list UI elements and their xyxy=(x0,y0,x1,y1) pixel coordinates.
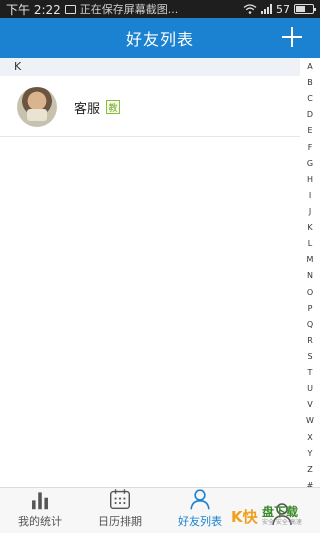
status-bar: 下午 2:22 正在保存屏幕截图... 57 xyxy=(0,0,320,18)
index-letter[interactable]: J xyxy=(309,207,311,216)
index-letter[interactable]: Y xyxy=(308,449,313,458)
nav-label-friends: 好友列表 xyxy=(178,515,222,528)
status-time: 下午 2:22 xyxy=(6,2,61,17)
index-letter[interactable]: O xyxy=(307,288,313,297)
index-letter[interactable]: U xyxy=(307,384,313,393)
title-bar: 好友列表 xyxy=(0,18,320,58)
contact-row[interactable]: 客服 教 xyxy=(0,78,300,137)
index-letter[interactable]: T xyxy=(308,368,313,377)
status-right: 57 xyxy=(243,2,316,16)
section-header-k: K xyxy=(0,58,300,76)
index-letter[interactable]: H xyxy=(307,175,313,184)
nav-label-statistics: 我的统计 xyxy=(18,515,62,528)
index-letter[interactable]: V xyxy=(307,400,312,409)
status-left: 下午 2:22 正在保存屏幕截图... xyxy=(6,1,243,18)
index-letter[interactable]: R xyxy=(307,336,313,345)
watermark: K快 盘下载 安全·安全·高速 xyxy=(231,500,319,532)
notification-icon xyxy=(64,4,76,14)
index-letter[interactable]: Z xyxy=(307,465,312,474)
nav-item-friends[interactable]: 好友列表 xyxy=(160,488,240,533)
index-letter[interactable]: E xyxy=(307,126,312,135)
bar-chart-icon[interactable] xyxy=(27,488,53,511)
index-letter[interactable]: A xyxy=(307,62,312,71)
index-letter[interactable]: X xyxy=(307,433,312,442)
person-icon[interactable] xyxy=(187,488,213,511)
add-friend-button[interactable] xyxy=(282,27,302,47)
nav-label-calendar: 日历排期 xyxy=(98,515,142,528)
watermark-sub: 安全·安全·高速 xyxy=(262,518,302,526)
index-letter[interactable]: G xyxy=(307,159,313,168)
index-letter[interactable]: I xyxy=(309,191,311,200)
index-letter[interactable]: M xyxy=(307,255,314,264)
nav-item-calendar[interactable]: 日历排期 xyxy=(80,488,160,533)
signal-icon xyxy=(261,4,272,14)
index-letter[interactable]: W xyxy=(306,416,314,425)
page-title: 好友列表 xyxy=(125,30,194,49)
index-letter[interactable]: Q xyxy=(307,320,313,329)
index-letter[interactable]: P xyxy=(308,304,313,313)
battery-icon xyxy=(294,4,316,14)
wifi-icon xyxy=(243,4,257,14)
watermark-text: 盘下载 安全·安全·高速 xyxy=(262,504,302,527)
watermark-logo: K快 xyxy=(231,507,258,526)
avatar[interactable] xyxy=(17,87,57,127)
battery-percent: 57 xyxy=(276,2,290,16)
index-letter[interactable]: D xyxy=(307,110,313,119)
index-letter[interactable]: L xyxy=(308,239,312,248)
battery-fill xyxy=(296,6,306,12)
status-toast: 正在保存屏幕截图... xyxy=(79,3,179,16)
index-letter[interactable]: F xyxy=(308,143,313,152)
index-letter[interactable]: B xyxy=(307,78,313,87)
index-letter[interactable]: K xyxy=(307,223,312,232)
index-letter[interactable]: S xyxy=(307,352,312,361)
nav-item-statistics[interactable]: 我的统计 xyxy=(0,488,80,533)
alphabet-index[interactable]: A B C D E F G H I J K L M N O P Q R S T U V W X Y Z # xyxy=(304,62,316,490)
contact-name: 客服 xyxy=(74,101,101,117)
calendar-icon[interactable] xyxy=(107,488,133,511)
role-badge: 教 xyxy=(106,100,121,114)
index-letter[interactable]: N xyxy=(307,271,313,280)
watermark-main: 盘下载 xyxy=(262,504,299,519)
index-letter[interactable]: C xyxy=(307,94,313,103)
